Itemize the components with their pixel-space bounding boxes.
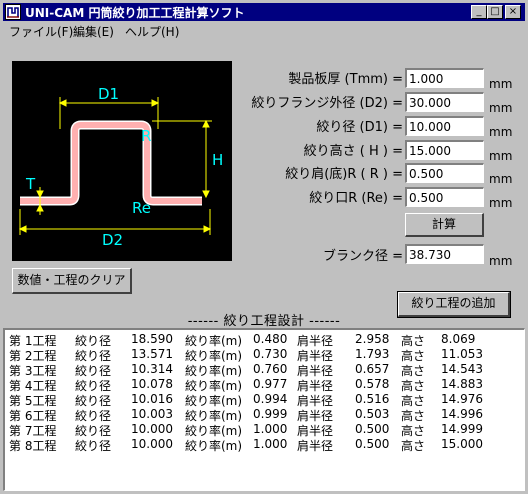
process-list[interactable]: 第 1工程 絞り径 18.590 絞り率(m) 0.480 肩半径 2.958 … bbox=[3, 328, 525, 491]
shoulder-value: 2.958 bbox=[355, 332, 390, 346]
ratio-label: 絞り率(m) bbox=[185, 439, 243, 453]
list-item[interactable]: 第 7工程 絞り径 10.000 絞り率(m) 1.000 肩半径 0.500 … bbox=[5, 422, 524, 438]
d2-label: D2 bbox=[102, 231, 123, 249]
shoulder-value: 0.503 bbox=[355, 407, 390, 421]
list-item[interactable]: 第 5工程 絞り径 10.016 絞り率(m) 0.994 肩半径 0.516 … bbox=[5, 392, 524, 408]
blank-diameter-output: 38.730 bbox=[405, 244, 484, 264]
shoulder-value: 0.500 bbox=[355, 437, 390, 451]
list-item[interactable]: 第 1工程 絞り径 18.590 絞り率(m) 0.480 肩半径 2.958 … bbox=[5, 332, 524, 348]
height-value: 14.999 bbox=[441, 422, 483, 436]
diameter-value: 10.000 bbox=[131, 422, 173, 436]
shoulder-value: 0.516 bbox=[355, 392, 390, 406]
ratio-value: 1.000 bbox=[253, 437, 288, 451]
part-profile bbox=[20, 120, 202, 206]
flange-diameter-label: 絞りフランジ外径 (D2) = bbox=[251, 96, 403, 111]
draw-diameter-input[interactable]: 10.000 bbox=[405, 116, 484, 136]
draw-diameter-label: 絞り径 (D1) = bbox=[316, 120, 403, 135]
diameter-value: 10.003 bbox=[131, 407, 173, 421]
menu-file[interactable]: ファイル(F) bbox=[9, 23, 73, 40]
thickness-label: 製品板厚 (Tmm) = bbox=[288, 72, 403, 87]
shoulder-radius-input[interactable]: 0.500 bbox=[405, 163, 484, 183]
diameter-label: 絞り径 bbox=[75, 439, 112, 453]
draw-height-unit: mm bbox=[489, 149, 513, 163]
height-label: 高さ bbox=[401, 439, 426, 453]
draw-height-label: 絞り高さ ( H ) = bbox=[303, 144, 403, 159]
ratio-value: 0.480 bbox=[253, 332, 288, 346]
flange-diameter-input[interactable]: 30.000 bbox=[405, 92, 484, 112]
height-value: 15.000 bbox=[441, 437, 483, 451]
shoulder-value: 0.500 bbox=[355, 422, 390, 436]
re-label: Re bbox=[132, 199, 151, 217]
height-value: 11.053 bbox=[441, 347, 483, 361]
app-icon[interactable] bbox=[5, 4, 21, 20]
shoulder-radius-label: 絞り肩(底)R ( R ) = bbox=[285, 167, 403, 182]
ratio-value: 0.994 bbox=[253, 392, 288, 406]
height-value: 8.069 bbox=[441, 332, 476, 346]
diameter-value: 10.016 bbox=[131, 392, 173, 406]
ratio-value: 1.000 bbox=[253, 422, 288, 436]
close-button[interactable]: × bbox=[505, 5, 521, 19]
d1-label: D1 bbox=[98, 85, 119, 103]
shoulder-radius-unit: mm bbox=[489, 172, 513, 186]
menu-help[interactable]: ヘルプ(H) bbox=[125, 23, 179, 40]
shoulder-value: 1.793 bbox=[355, 347, 390, 361]
t-label: T bbox=[25, 175, 36, 193]
diameter-value: 10.000 bbox=[131, 437, 173, 451]
section-title: ------ 絞り工程設計 ------ bbox=[187, 314, 341, 329]
blank-diameter-label: ブランク径 = bbox=[322, 249, 403, 264]
height-value: 14.883 bbox=[441, 377, 483, 391]
height-value: 14.976 bbox=[441, 392, 483, 406]
diameter-value: 13.571 bbox=[131, 347, 173, 361]
diameter-value: 10.314 bbox=[131, 362, 173, 376]
draw-diameter-unit: mm bbox=[489, 125, 513, 139]
app-window: UNI-CAM 円筒絞り加工工程計算ソフト _ □ × ファイル(F) 編集(E… bbox=[0, 0, 528, 494]
menu-bar: ファイル(F) 編集(E) ヘルプ(H) bbox=[3, 21, 525, 40]
maximize-button[interactable]: □ bbox=[487, 5, 503, 19]
blank-diameter-unit: mm bbox=[489, 254, 513, 268]
list-item[interactable]: 第 6工程 絞り径 10.003 絞り率(m) 0.999 肩半径 0.503 … bbox=[5, 407, 524, 423]
mouth-radius-unit: mm bbox=[489, 196, 513, 210]
shoulder-value: 0.657 bbox=[355, 362, 390, 376]
mouth-radius-label: 絞り口R (Re) = bbox=[309, 191, 403, 206]
shoulder-value: 0.578 bbox=[355, 377, 390, 391]
ratio-value: 0.730 bbox=[253, 347, 288, 361]
title-bar[interactable]: UNI-CAM 円筒絞り加工工程計算ソフト _ □ × bbox=[3, 3, 525, 21]
thickness-input[interactable]: 1.000 bbox=[405, 68, 484, 88]
cross-section-diagram: D1 R H T Re D2 bbox=[12, 61, 232, 261]
minimize-button[interactable]: _ bbox=[471, 5, 487, 19]
ratio-value: 0.977 bbox=[253, 377, 288, 391]
shoulder-label: 肩半径 bbox=[297, 439, 334, 453]
clear-button[interactable]: 数値・工程のクリア bbox=[12, 268, 132, 294]
r-label: R bbox=[141, 127, 151, 145]
thickness-unit: mm bbox=[489, 77, 513, 91]
step-label: 第 8工程 bbox=[9, 439, 57, 453]
mouth-radius-input[interactable]: 0.500 bbox=[405, 187, 484, 207]
list-item[interactable]: 第 4工程 絞り径 10.078 絞り率(m) 0.977 肩半径 0.578 … bbox=[5, 377, 524, 393]
height-value: 14.543 bbox=[441, 362, 483, 376]
h-dimension bbox=[152, 119, 212, 199]
draw-height-input[interactable]: 15.000 bbox=[405, 140, 484, 160]
ratio-value: 0.760 bbox=[253, 362, 288, 376]
height-value: 14.996 bbox=[441, 407, 483, 421]
list-item[interactable]: 第 2工程 絞り径 13.571 絞り率(m) 0.730 肩半径 1.793 … bbox=[5, 347, 524, 363]
flange-diameter-unit: mm bbox=[489, 101, 513, 115]
diameter-value: 10.078 bbox=[131, 377, 173, 391]
window-title: UNI-CAM 円筒絞り加工工程計算ソフト bbox=[25, 6, 245, 20]
menu-edit[interactable]: 編集(E) bbox=[73, 23, 114, 40]
list-item[interactable]: 第 8工程 絞り径 10.000 絞り率(m) 1.000 肩半径 0.500 … bbox=[5, 437, 524, 453]
list-item[interactable]: 第 3工程 絞り径 10.314 絞り率(m) 0.760 肩半径 0.657 … bbox=[5, 362, 524, 378]
ratio-value: 0.999 bbox=[253, 407, 288, 421]
h-label: H bbox=[212, 151, 223, 169]
calculate-button[interactable]: 計算 bbox=[405, 213, 484, 237]
diameter-value: 18.590 bbox=[131, 332, 173, 346]
